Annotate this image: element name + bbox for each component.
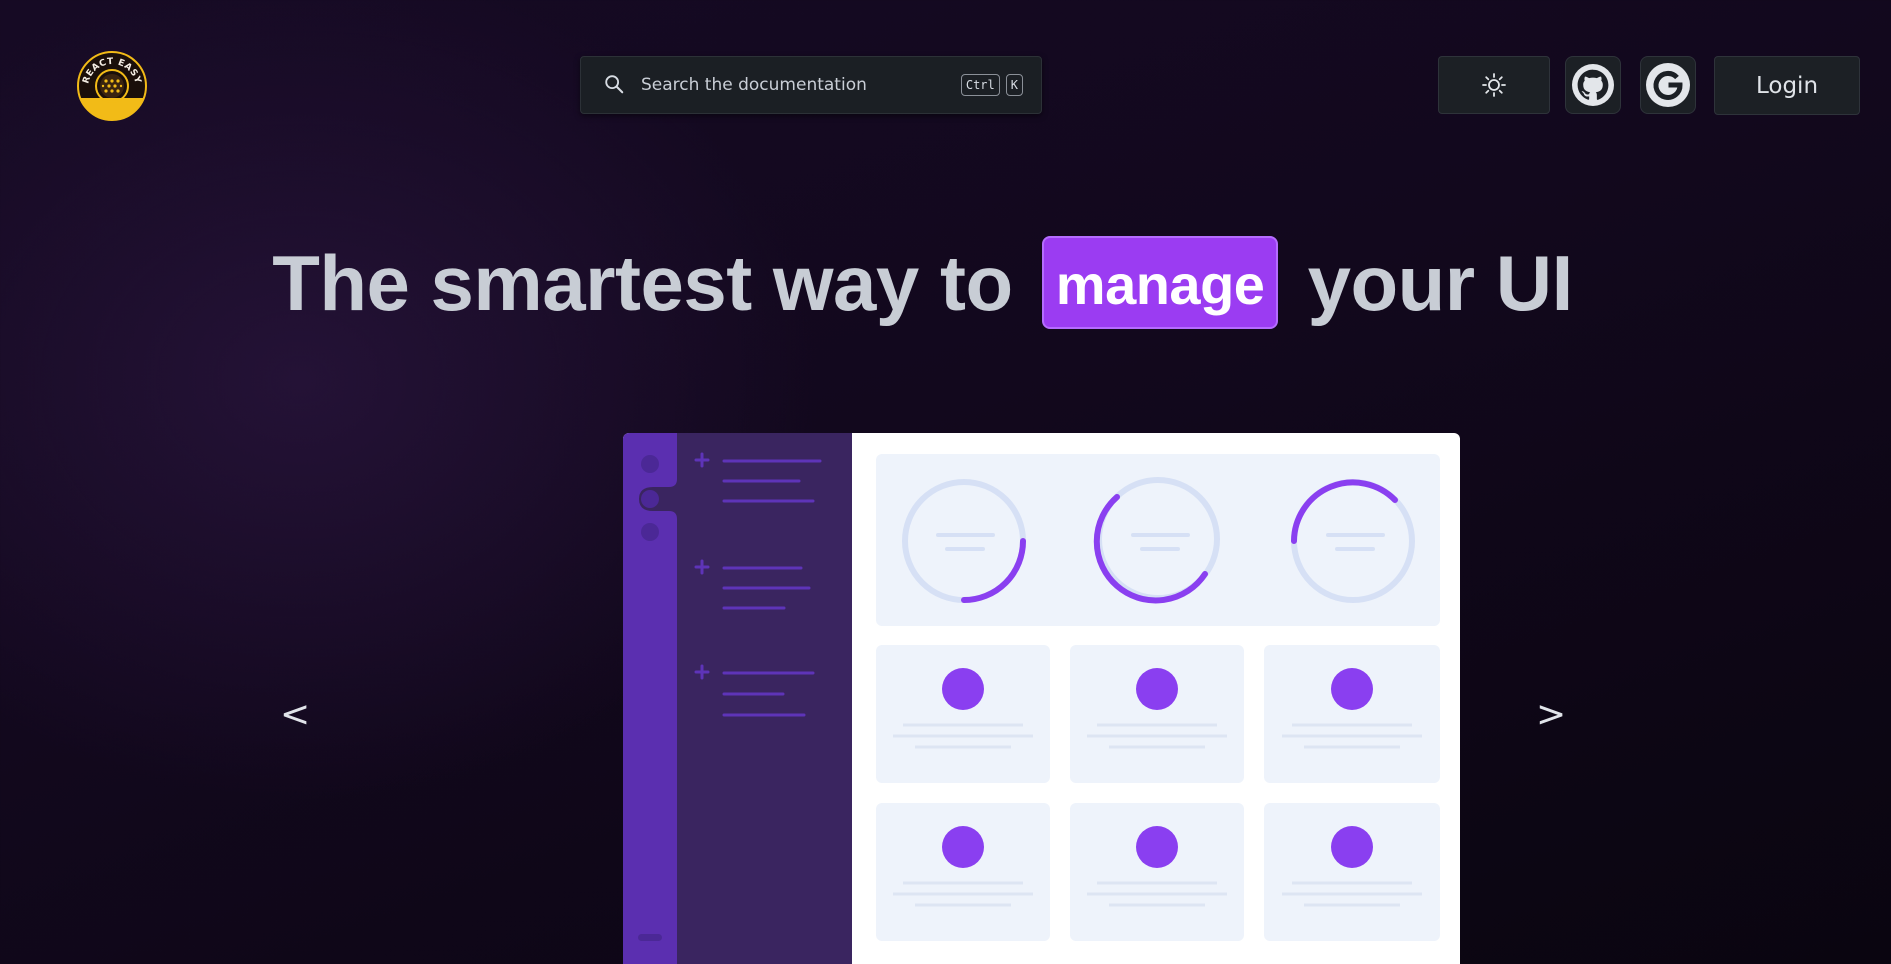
illustration-rail-dot bbox=[641, 455, 659, 473]
carousel-prev-button[interactable]: < bbox=[280, 690, 310, 740]
illustration-card bbox=[1070, 803, 1244, 941]
illustration-rail-dot bbox=[641, 523, 659, 541]
carousel-slide-dashboard-illustration bbox=[623, 433, 1460, 964]
illustration-rail-dot bbox=[641, 490, 659, 508]
hero-title-suffix: your UI bbox=[1307, 239, 1574, 327]
illustration-card bbox=[1070, 645, 1244, 783]
react-easy-logo[interactable]: REACT EASY bbox=[76, 50, 148, 122]
illustration-rail-bottom bbox=[638, 934, 662, 941]
illustration-card bbox=[1264, 803, 1440, 941]
search-bar[interactable]: Search the documentation Ctrl K bbox=[580, 56, 1042, 114]
react-easy-logo-icon: REACT EASY bbox=[77, 51, 147, 121]
search-icon bbox=[603, 73, 627, 97]
illustration-card bbox=[876, 803, 1050, 941]
illustration-card bbox=[1264, 645, 1440, 783]
illustration-card bbox=[876, 645, 1050, 783]
google-button[interactable] bbox=[1640, 56, 1696, 114]
google-icon bbox=[1646, 63, 1690, 107]
github-icon bbox=[1572, 64, 1614, 106]
login-button[interactable]: Login bbox=[1714, 56, 1860, 115]
shortcut-key-ctrl: Ctrl bbox=[960, 74, 1000, 96]
hero-title-prefix: The smartest way to bbox=[272, 239, 1013, 327]
search-placeholder: Search the documentation bbox=[641, 75, 867, 95]
illustration-icon-rail bbox=[623, 433, 677, 964]
hero-title: The smartest way to manage your UI bbox=[0, 236, 1845, 329]
sun-icon bbox=[1482, 73, 1506, 97]
carousel-next-button[interactable]: > bbox=[1536, 690, 1566, 740]
github-button[interactable] bbox=[1565, 56, 1621, 114]
illustration-nav-panel bbox=[677, 433, 852, 964]
shortcut-key-k: K bbox=[1005, 74, 1023, 96]
hero-title-highlight: manage bbox=[1041, 236, 1279, 329]
dashboard-illustration bbox=[623, 433, 1440, 964]
theme-toggle-button[interactable] bbox=[1438, 56, 1550, 114]
